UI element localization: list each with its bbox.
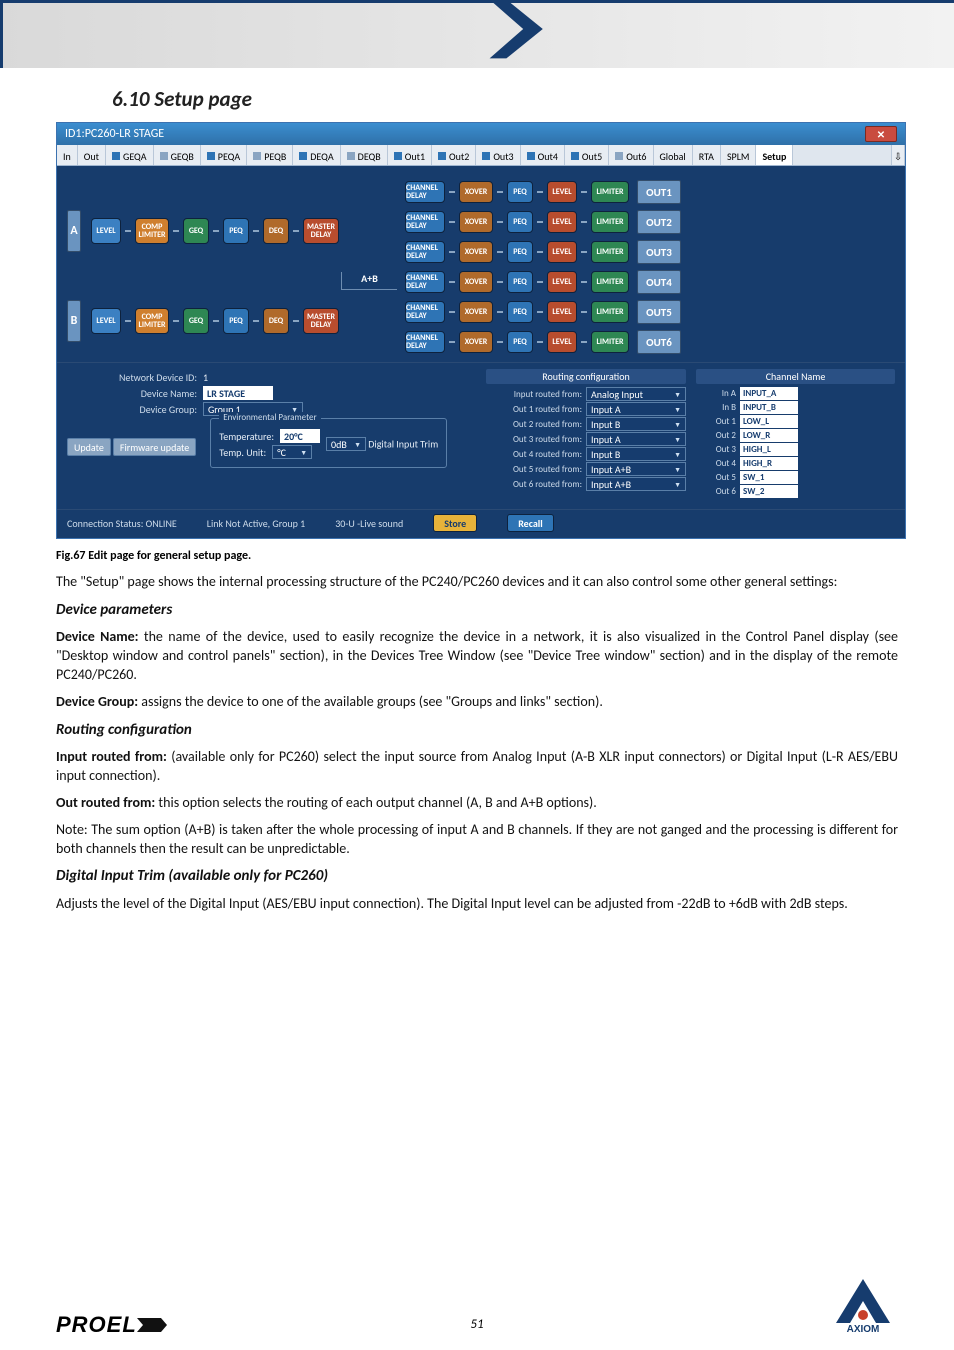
temp-unit-select[interactable]: °C bbox=[272, 445, 312, 459]
device-group-label: Device Group: bbox=[67, 403, 197, 416]
digital-trim-select[interactable]: 0dB bbox=[326, 437, 366, 451]
tab-global[interactable]: Global bbox=[654, 145, 693, 165]
input-chain-a: A LEVEL COMP LIMITER GEQ PEQ DEQ MASTER … bbox=[67, 210, 399, 252]
ch-name-field[interactable]: HIGH_L bbox=[740, 443, 798, 456]
section-title: 6.10 Setup page bbox=[112, 86, 954, 112]
tab-geqa[interactable]: GEQA bbox=[106, 145, 154, 165]
input-a-label: A bbox=[67, 210, 81, 252]
block-level[interactable]: LEVEL bbox=[91, 308, 121, 334]
signal-diagram: A LEVEL COMP LIMITER GEQ PEQ DEQ MASTER … bbox=[57, 166, 905, 362]
page-header bbox=[0, 0, 954, 68]
window-title: ID1:PC260-LR STAGE bbox=[65, 127, 164, 141]
tab-overflow[interactable]: ⇩ bbox=[891, 145, 905, 165]
svg-text:AXIOM: AXIOM bbox=[847, 1324, 880, 1333]
input-routed-select[interactable]: Analog Input bbox=[586, 387, 686, 401]
network-id-value: 1 bbox=[203, 371, 208, 384]
tab-setup[interactable]: Setup bbox=[756, 145, 793, 165]
network-id-label: Network Device ID: bbox=[67, 371, 197, 384]
update-button[interactable]: Update bbox=[67, 438, 111, 456]
block-level[interactable]: LEVEL bbox=[91, 218, 121, 244]
heading-digital-trim: Digital Input Trim (available only for P… bbox=[56, 866, 898, 886]
block-geq[interactable]: GEQ bbox=[183, 218, 209, 244]
device-name-field[interactable]: LR STAGE bbox=[203, 386, 273, 400]
out-row: CHANNEL DELAYXOVERPEQLEVELLIMITEROUT6 bbox=[405, 330, 895, 354]
window-titlebar: ID1:PC260-LR STAGE ✕ bbox=[57, 123, 905, 145]
input-chain-b: B LEVEL COMP LIMITER GEQ PEQ DEQ MASTER … bbox=[67, 300, 399, 342]
ch-name-field[interactable]: HIGH_R bbox=[740, 457, 798, 470]
ch-name-field[interactable]: SW_1 bbox=[740, 471, 798, 484]
heading-routing: Routing configuration bbox=[56, 720, 898, 740]
ch-name-field[interactable]: INPUT_A bbox=[740, 387, 798, 400]
block-master-delay[interactable]: MASTER DELAY bbox=[303, 218, 339, 244]
ch-name-field[interactable]: INPUT_B bbox=[740, 401, 798, 414]
ch-name-field[interactable]: LOW_R bbox=[740, 429, 798, 442]
tab-peqb[interactable]: PEQB bbox=[247, 145, 293, 165]
out5-routed-select[interactable]: Input A+B bbox=[586, 462, 686, 476]
ch-name-field[interactable]: LOW_L bbox=[740, 415, 798, 428]
out1-routed-select[interactable]: Input A bbox=[586, 402, 686, 416]
sum-ab-label: A+B bbox=[341, 272, 397, 290]
routing-title: Routing configuration bbox=[486, 369, 686, 384]
tab-out5[interactable]: Out5 bbox=[565, 145, 609, 165]
app-window: ID1:PC260-LR STAGE ✕ In Out GEQA GEQB PE… bbox=[56, 122, 906, 539]
tab-rta[interactable]: RTA bbox=[693, 145, 721, 165]
settings-panel: Network Device ID: 1 Device Name: LR STAGE… bbox=[57, 362, 905, 509]
store-button[interactable]: Store bbox=[433, 514, 477, 532]
tab-in[interactable]: In bbox=[57, 145, 78, 165]
tab-out6[interactable]: Out6 bbox=[609, 145, 653, 165]
tab-out[interactable]: Out bbox=[78, 145, 106, 165]
out-row: CHANNEL DELAYXOVERPEQLEVELLIMITEROUT5 bbox=[405, 300, 895, 324]
status-bar: Connection Status: ONLINE Link Not Activ… bbox=[57, 509, 905, 538]
close-icon[interactable]: ✕ bbox=[865, 126, 897, 142]
proel-logo: PROEL bbox=[56, 1312, 167, 1338]
digital-trim-label: Digital Input Trim bbox=[368, 438, 438, 451]
page-footer: PROEL AXIOM bbox=[0, 1277, 954, 1338]
out4-routed-select[interactable]: Input B bbox=[586, 447, 686, 461]
out2-routed-select[interactable]: Input B bbox=[586, 417, 686, 431]
out6-routed-select[interactable]: Input A+B bbox=[586, 477, 686, 491]
out-row: CHANNEL DELAYXOVERPEQLEVELLIMITEROUT3 bbox=[405, 240, 895, 264]
output-chains: CHANNEL DELAYXOVERPEQLEVELLIMITEROUT1 CH… bbox=[405, 180, 895, 354]
tab-deqa[interactable]: DEQA bbox=[293, 145, 340, 165]
channel-name-title: Channel Name bbox=[696, 369, 895, 384]
tab-out3[interactable]: Out3 bbox=[476, 145, 520, 165]
figure-caption: Fig.67 Edit page for general setup page. bbox=[56, 549, 954, 563]
current-preset: 30-U -Live sound bbox=[335, 517, 403, 530]
block-deq[interactable]: DEQ bbox=[263, 218, 289, 244]
tab-peqa[interactable]: PEQA bbox=[201, 145, 247, 165]
link-status: Link Not Active, Group 1 bbox=[207, 517, 305, 530]
tab-splm[interactable]: SPLM bbox=[721, 145, 757, 165]
tab-bar: In Out GEQA GEQB PEQA PEQB DEQA DEQB Out… bbox=[57, 145, 905, 166]
tab-deqb[interactable]: DEQB bbox=[341, 145, 388, 165]
tab-out1[interactable]: Out1 bbox=[388, 145, 432, 165]
block-peq[interactable]: PEQ bbox=[223, 218, 249, 244]
block-deq[interactable]: DEQ bbox=[263, 308, 289, 334]
body-text: The "Setup" page shows the internal proc… bbox=[56, 573, 898, 914]
heading-device-parameters: Device parameters bbox=[56, 600, 898, 620]
block-peq[interactable]: PEQ bbox=[223, 308, 249, 334]
tab-geqb[interactable]: GEQB bbox=[154, 145, 201, 165]
out-row: CHANNEL DELAYXOVERPEQLEVELLIMITEROUT2 bbox=[405, 210, 895, 234]
temperature-field[interactable]: 20°C bbox=[280, 429, 320, 443]
firmware-update-button[interactable]: Firmware update bbox=[113, 438, 196, 456]
chevron-right-icon bbox=[484, 0, 554, 68]
environmental-panel: Environmental Parameter Temperature:20°C… bbox=[210, 418, 447, 468]
tab-out2[interactable]: Out2 bbox=[432, 145, 476, 165]
block-comp[interactable]: COMP LIMITER bbox=[135, 308, 169, 334]
ch-name-field[interactable]: SW_2 bbox=[740, 485, 798, 498]
block-comp[interactable]: COMP LIMITER bbox=[135, 218, 169, 244]
out3-routed-select[interactable]: Input A bbox=[586, 432, 686, 446]
tab-out4[interactable]: Out4 bbox=[521, 145, 565, 165]
block-master-delay[interactable]: MASTER DELAY bbox=[303, 308, 339, 334]
out-row: CHANNEL DELAYXOVERPEQLEVELLIMITEROUT4 bbox=[405, 270, 895, 294]
recall-button[interactable]: Recall bbox=[507, 514, 554, 532]
connection-status: Connection Status: ONLINE bbox=[67, 517, 177, 530]
axiom-logo: AXIOM bbox=[828, 1277, 898, 1338]
block-geq[interactable]: GEQ bbox=[183, 308, 209, 334]
device-name-label: Device Name: bbox=[67, 387, 197, 400]
out-row: CHANNEL DELAYXOVERPEQLEVELLIMITEROUT1 bbox=[405, 180, 895, 204]
input-b-label: B bbox=[67, 300, 81, 342]
